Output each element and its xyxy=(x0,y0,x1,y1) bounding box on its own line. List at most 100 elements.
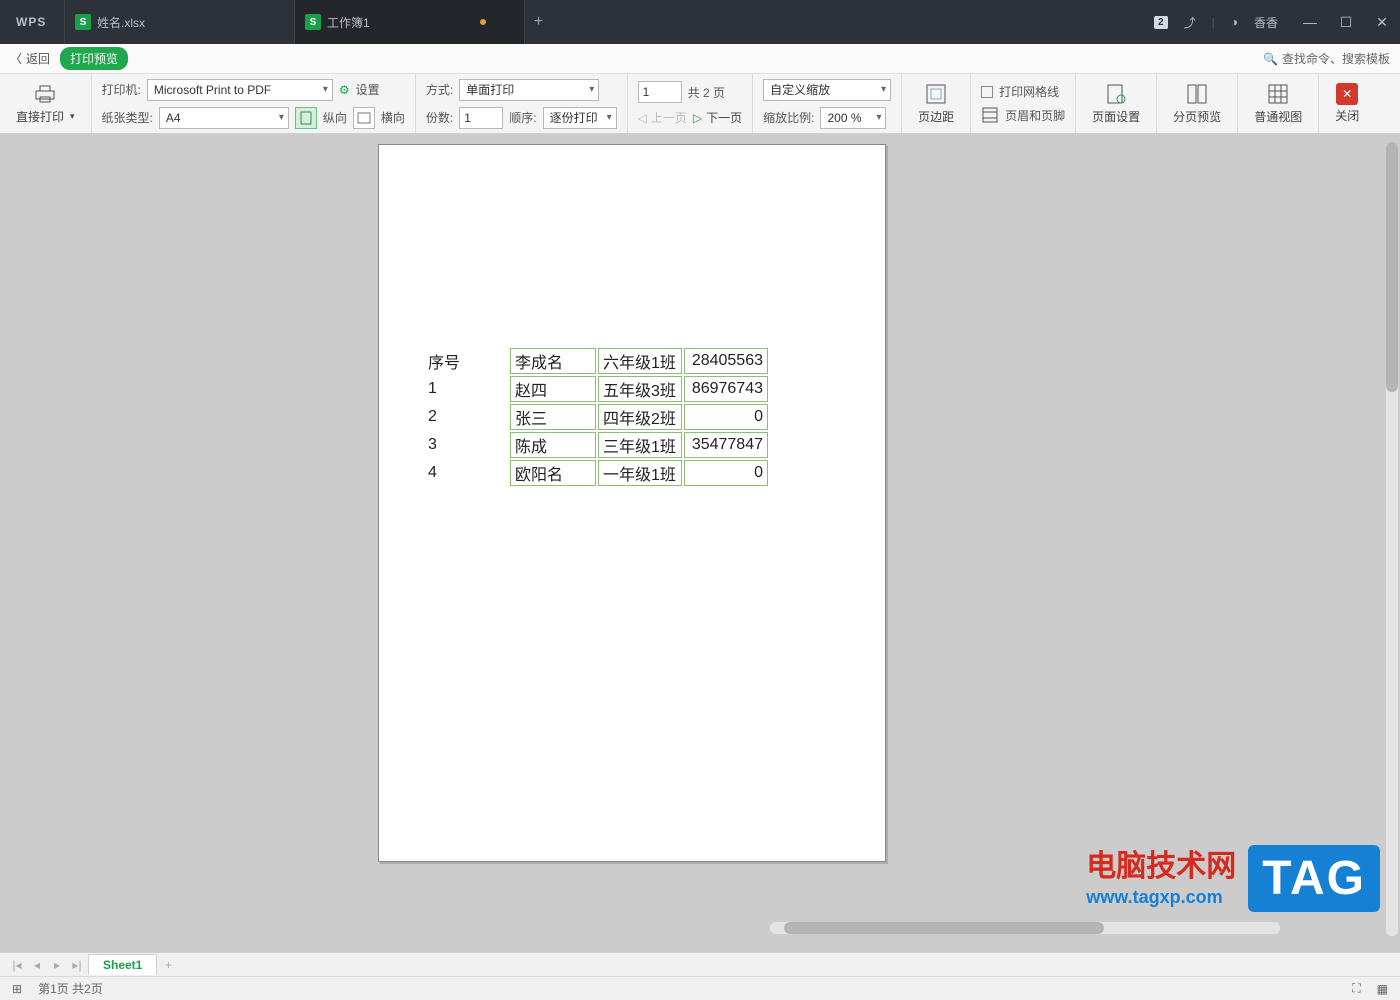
next-page-button[interactable]: ▷下一页 xyxy=(693,109,742,126)
prev-label: 上一页 xyxy=(651,109,687,126)
notification-badge[interactable]: 2 xyxy=(1154,16,1168,29)
avatar-icon[interactable]: ◑ xyxy=(1231,15,1238,29)
settings-link[interactable]: 设置 xyxy=(356,81,380,98)
back-button[interactable]: 〈 返回 xyxy=(10,50,50,67)
username[interactable]: 香香 xyxy=(1254,14,1278,31)
group-margins: 页边距 xyxy=(902,74,971,133)
print-preview-pill: 打印预览 xyxy=(60,47,128,70)
pagebreak-button[interactable]: 分页预览 xyxy=(1167,82,1227,125)
cell: 五年级3班 xyxy=(598,376,682,402)
command-search[interactable]: 🔍 查找命令、搜索模板 xyxy=(1263,50,1390,67)
margins-button[interactable]: 页边距 xyxy=(912,82,960,125)
close-label: 关闭 xyxy=(1335,107,1359,124)
gridlines-checkbox[interactable]: 打印网格线 xyxy=(981,83,1059,100)
view-icon[interactable]: ▦ xyxy=(1377,982,1388,996)
headerfooter-button[interactable]: 页眉和页脚 xyxy=(981,106,1065,124)
group-pagesetup: 页面设置 xyxy=(1076,74,1157,133)
scrollbar-thumb[interactable] xyxy=(784,922,1104,934)
close-preview-button[interactable]: ✕ 关闭 xyxy=(1329,83,1365,124)
scrollbar-thumb[interactable] xyxy=(1386,142,1398,392)
pagebreak-label: 分页预览 xyxy=(1173,108,1221,125)
landscape-button[interactable] xyxy=(353,107,375,129)
normal-view-button[interactable]: 普通视图 xyxy=(1248,82,1308,125)
order-select[interactable]: 逐份打印 xyxy=(543,107,617,129)
maximize-button[interactable]: ☐ xyxy=(1328,0,1364,44)
zoom-mode-select[interactable]: 自定义缩放 xyxy=(763,79,891,101)
add-sheet-button[interactable]: + xyxy=(159,956,177,974)
cell: 0 xyxy=(684,404,768,430)
horizontal-scrollbar[interactable] xyxy=(770,922,1280,934)
preview-table: 序号 李成名 六年级1班 28405563 1 赵四 五年级3班 8697674… xyxy=(422,346,770,488)
printer-icon xyxy=(33,82,57,106)
back-label: 返回 xyxy=(26,50,50,67)
divider: | xyxy=(1212,15,1215,29)
mode-value: 单面打印 xyxy=(466,81,514,98)
sheet-nav-last[interactable]: ▸| xyxy=(68,956,86,974)
spreadsheet-icon: S xyxy=(75,14,91,30)
search-placeholder: 查找命令、搜索模板 xyxy=(1282,50,1390,67)
sheet-tab[interactable]: Sheet1 xyxy=(88,954,157,975)
cell: 3 xyxy=(424,432,508,458)
mode-select[interactable]: 单面打印 xyxy=(459,79,599,101)
spreadsheet-icon: S xyxy=(305,14,321,30)
new-tab-button[interactable]: + xyxy=(524,0,552,44)
cell: 一年级1班 xyxy=(598,460,682,486)
pagebreak-icon xyxy=(1185,82,1209,106)
layout-icon[interactable]: ⊞ xyxy=(12,982,22,996)
minimize-button[interactable]: — xyxy=(1292,0,1328,44)
group-printer: 打印机: Microsoft Print to PDF ⚙ 设置 纸张类型: A… xyxy=(92,74,416,133)
document-tab-1[interactable]: S 姓名.xlsx xyxy=(64,0,294,44)
zoom-select[interactable]: 200 % xyxy=(820,107,886,129)
watermark-url: www.tagxp.com xyxy=(1086,882,1236,912)
group-normal: 普通视图 xyxy=(1238,74,1319,133)
sheet-tabbar: |◂ ◂ ▸ ▸| Sheet1 + xyxy=(0,952,1400,976)
search-icon: 🔍 xyxy=(1263,52,1278,66)
group-navigation: 共 2 页 ◁上一页 ▷下一页 xyxy=(628,74,754,133)
watermark-title: 电脑技术网 xyxy=(1086,852,1236,882)
apps-icon[interactable]: ⤴ xyxy=(1184,14,1196,31)
cell: 陈成 xyxy=(510,432,596,458)
ribbon-header: 〈 返回 打印预览 🔍 查找命令、搜索模板 xyxy=(0,44,1400,74)
order-value: 逐份打印 xyxy=(550,109,598,126)
cell: 欧阳名 xyxy=(510,460,596,486)
cell: 张三 xyxy=(510,404,596,430)
zoom-value: 200 % xyxy=(827,111,861,125)
page-input[interactable] xyxy=(638,81,682,103)
group-print: 直接打印▾ xyxy=(0,74,92,133)
paper-select[interactable]: A4 xyxy=(159,107,289,129)
cell: 四年级2班 xyxy=(598,404,682,430)
headerfooter-label: 页眉和页脚 xyxy=(1005,107,1065,124)
status-page: 第1页 共2页 xyxy=(38,980,103,997)
close-window-button[interactable]: ✕ xyxy=(1364,0,1400,44)
titlebar: WPS S 姓名.xlsx S 工作簿1 + 2 ⤴ | ◑ 香香 — ☐ ✕ xyxy=(0,0,1400,44)
preview-canvas[interactable]: 序号 李成名 六年级1班 28405563 1 赵四 五年级3班 8697674… xyxy=(0,134,1400,952)
view-icon[interactable]: ⛶ xyxy=(1352,981,1360,996)
cell: 赵四 xyxy=(510,376,596,402)
cell: 三年级1班 xyxy=(598,432,682,458)
portrait-button[interactable] xyxy=(295,107,317,129)
direct-print-button[interactable]: 直接打印▾ xyxy=(10,82,81,125)
pagesetup-icon xyxy=(1104,82,1128,106)
printer-select[interactable]: Microsoft Print to PDF xyxy=(147,79,333,101)
sheet-tab-label: Sheet1 xyxy=(103,958,142,972)
vertical-scrollbar[interactable] xyxy=(1386,142,1398,936)
watermark: 电脑技术网 www.tagxp.com TAG xyxy=(1086,845,1380,912)
pagesetup-button[interactable]: 页面设置 xyxy=(1086,82,1146,125)
document-tab-2[interactable]: S 工作簿1 xyxy=(294,0,524,44)
cell: 35477847 xyxy=(684,432,768,458)
chevron-left-icon: 〈 xyxy=(10,50,22,67)
cell: 28405563 xyxy=(684,348,768,374)
sheet-nav-first[interactable]: |◂ xyxy=(8,956,26,974)
app-logo: WPS xyxy=(16,15,46,29)
cell: 李成名 xyxy=(510,348,596,374)
link-icon: ⚙ xyxy=(339,83,350,97)
paper-value: A4 xyxy=(166,111,181,125)
app-tab[interactable]: WPS xyxy=(0,0,64,44)
prev-page-button: ◁上一页 xyxy=(638,109,687,126)
printer-value: Microsoft Print to PDF xyxy=(154,83,271,97)
copies-input[interactable] xyxy=(459,107,503,129)
cell: 4 xyxy=(424,460,508,486)
page-total: 共 2 页 xyxy=(688,84,725,101)
sheet-nav-next[interactable]: ▸ xyxy=(48,956,66,974)
sheet-nav-prev[interactable]: ◂ xyxy=(28,956,46,974)
